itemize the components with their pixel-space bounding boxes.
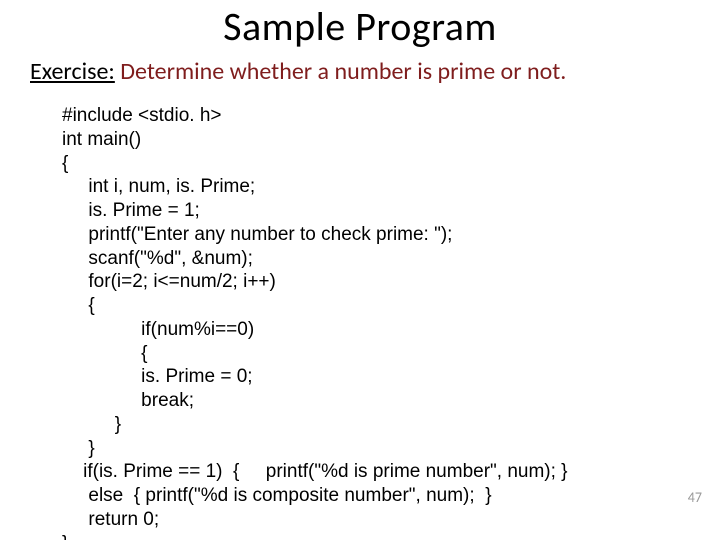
page-number: 47 [688,489,702,506]
slide-title: Sample Program [0,2,720,51]
exercise-text: Determine whether a number is prime or n… [115,57,567,86]
code-block: #include <stdio. h> int main() { int i, … [62,104,720,540]
exercise-label: Exercise: [30,57,115,86]
slide: Sample Program Exercise: Determine wheth… [0,2,720,540]
exercise-line: Exercise: Determine whether a number is … [30,57,720,86]
